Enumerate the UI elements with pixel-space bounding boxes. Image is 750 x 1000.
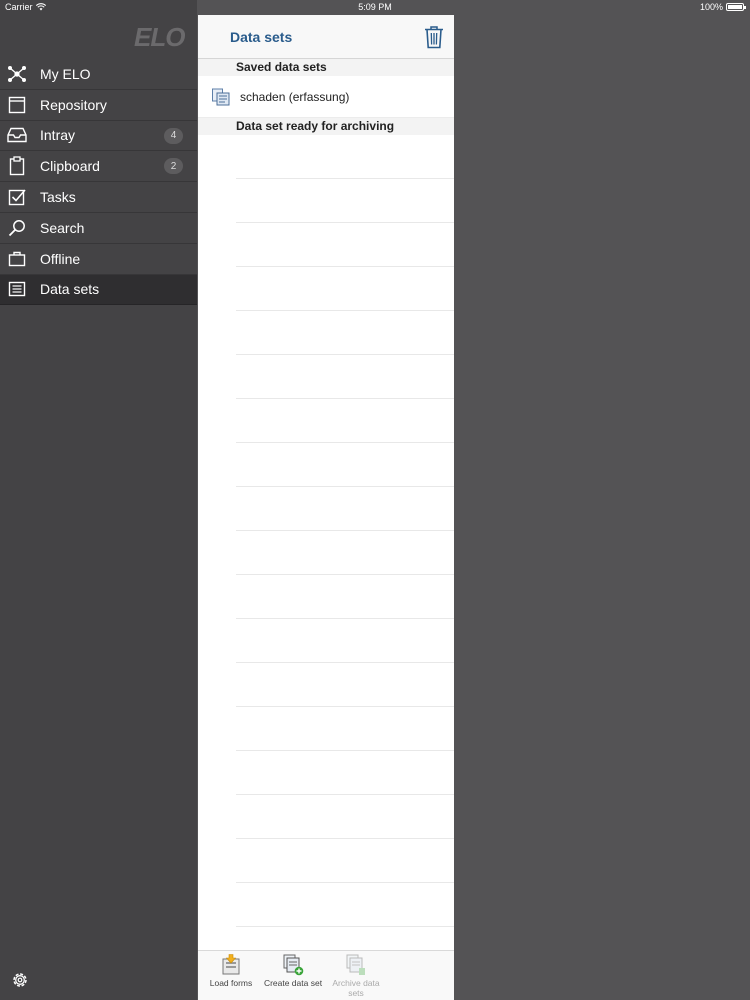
create-data-set-icon — [283, 954, 304, 976]
network-icon — [6, 63, 28, 85]
status-bar: Carrier 5:09 PM 100% — [0, 0, 750, 15]
section-header-archiving: Data set ready for archiving — [198, 118, 454, 135]
data-sets-icon — [6, 278, 28, 300]
gear-icon — [13, 973, 27, 987]
load-forms-button[interactable]: Load forms — [200, 954, 262, 988]
archive-data-sets-icon — [346, 954, 365, 975]
tasks-icon — [6, 186, 28, 208]
empty-row — [236, 223, 454, 267]
clipboard-count-badge: 2 — [164, 158, 183, 175]
empty-row — [236, 355, 454, 399]
sidebar-item-tasks[interactable]: Tasks — [0, 182, 197, 213]
empty-row — [236, 179, 454, 223]
load-forms-label: Load forms — [209, 978, 253, 988]
data-sets-panel: Data sets Saved data sets schaden (erfas… — [198, 15, 454, 1000]
sidebar-item-search[interactable]: Search — [0, 213, 197, 244]
empty-row — [236, 399, 454, 443]
list-item-label: schaden (erfassung) — [240, 89, 350, 104]
sidebar: ELO My ELO Repository Intray 4 Clipboard… — [0, 0, 197, 1000]
load-forms-icon — [222, 954, 240, 975]
sidebar-item-label: Data sets — [40, 281, 100, 298]
empty-row — [236, 531, 454, 575]
empty-row — [236, 707, 454, 751]
page-title: Data sets — [230, 29, 293, 45]
trash-icon — [425, 26, 443, 49]
sidebar-nav: My ELO Repository Intray 4 Clipboard 2 T… — [0, 59, 197, 306]
battery-icon — [726, 3, 746, 11]
empty-row — [236, 487, 454, 531]
sidebar-item-label: Repository — [40, 96, 107, 113]
empty-row — [236, 839, 454, 883]
intray-count-badge: 4 — [164, 127, 183, 144]
repository-icon — [6, 94, 28, 116]
empty-row — [236, 663, 454, 707]
sidebar-item-offline[interactable]: Offline — [0, 244, 197, 275]
empty-row — [236, 443, 454, 487]
create-data-set-button[interactable]: Create data set — [262, 954, 324, 988]
empty-row — [236, 795, 454, 839]
offline-icon — [6, 248, 28, 270]
sidebar-item-label: Intray — [40, 127, 76, 144]
sidebar-item-clipboard[interactable]: Clipboard 2 — [0, 151, 197, 183]
clock: 5:09 PM — [358, 2, 392, 12]
sidebar-item-label: Clipboard — [40, 158, 100, 175]
battery-status: 100% — [699, 2, 746, 12]
settings-button[interactable] — [10, 970, 30, 990]
search-icon — [6, 217, 28, 239]
sidebar-item-label: Offline — [40, 250, 81, 267]
empty-row — [236, 575, 454, 619]
sidebar-item-repository[interactable]: Repository — [0, 90, 197, 121]
section-header-saved: Saved data sets — [198, 59, 454, 76]
sidebar-item-label: Search — [40, 219, 85, 236]
delete-button[interactable] — [424, 25, 444, 49]
archive-data-sets-button[interactable]: Archive data sets — [325, 954, 387, 998]
create-data-set-label: Create data set — [263, 978, 323, 988]
sidebar-item-data-sets[interactable]: Data sets — [0, 274, 197, 306]
battery-percent: 100% — [699, 2, 723, 12]
sidebar-item-label: Tasks — [40, 189, 76, 206]
list-item[interactable]: schaden (erfassung) — [198, 76, 454, 118]
empty-row — [236, 135, 454, 179]
intray-icon — [6, 124, 28, 146]
clipboard-icon — [6, 155, 28, 177]
sidebar-item-label: My ELO — [40, 65, 91, 82]
empty-row — [236, 311, 454, 355]
empty-row — [236, 267, 454, 311]
form-document-icon — [212, 88, 230, 105]
empty-list — [198, 135, 454, 927]
archive-data-sets-label: Archive data sets — [332, 978, 380, 998]
empty-row — [236, 751, 454, 795]
panel-header: Data sets — [198, 15, 454, 59]
sidebar-item-my-elo[interactable]: My ELO — [0, 59, 197, 90]
empty-row — [236, 883, 454, 927]
bottom-toolbar: Load forms Create data set Archive data … — [198, 950, 454, 1000]
sidebar-item-intray[interactable]: Intray 4 — [0, 121, 197, 152]
elo-logo: ELO — [134, 22, 185, 52]
empty-row — [236, 619, 454, 663]
